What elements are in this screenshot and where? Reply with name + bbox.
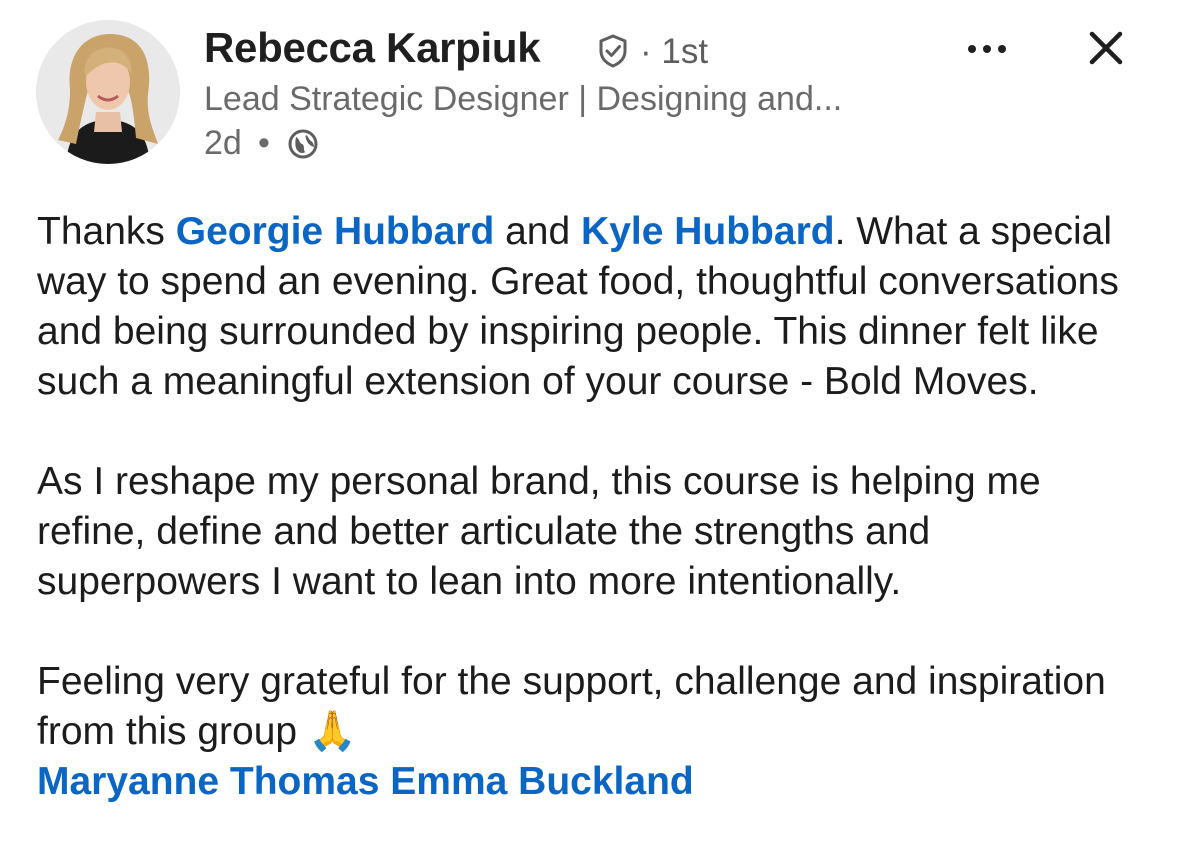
more-options-icon[interactable] bbox=[960, 32, 1014, 66]
post-paragraph-3: Feeling very grateful for the support, c… bbox=[37, 657, 1157, 757]
text-segment: Thanks bbox=[37, 210, 176, 253]
avatar[interactable] bbox=[36, 20, 180, 164]
meta-separator: • bbox=[258, 124, 270, 162]
post-paragraph-1: Thanks Georgie Hubbard and Kyle Hubbard.… bbox=[37, 207, 1157, 407]
connection-degree: · 1st bbox=[640, 32, 709, 71]
mention-maryanne-thomas[interactable]: Maryanne Thomas bbox=[37, 760, 379, 803]
mention-emma-buckland[interactable]: Emma Buckland bbox=[390, 760, 693, 803]
post-body: Thanks Georgie Hubbard and Kyle Hubbard.… bbox=[37, 207, 1157, 807]
text-segment: Feeling very grateful for the support, c… bbox=[37, 660, 1106, 753]
globe-icon bbox=[288, 129, 318, 159]
post-paragraph-2: As I reshape my personal brand, this cou… bbox=[37, 460, 1041, 603]
avatar-portrait-icon bbox=[36, 20, 180, 164]
tagged-people: Maryanne Thomas Emma Buckland bbox=[37, 757, 1157, 807]
close-icon[interactable] bbox=[1084, 26, 1128, 70]
verified-shield-icon bbox=[599, 34, 627, 68]
text-segment: and bbox=[494, 210, 582, 253]
author-headline: Lead Strategic Designer | Designing and.… bbox=[204, 80, 843, 118]
mention-georgie-hubbard[interactable]: Georgie Hubbard bbox=[176, 210, 495, 253]
praying-hands-emoji: 🙏 bbox=[307, 709, 357, 754]
linkedin-post: Rebecca Karpiuk · 1st Lead Strategic Des… bbox=[0, 0, 1179, 853]
mention-kyle-hubbard[interactable]: Kyle Hubbard bbox=[581, 210, 835, 253]
post-timestamp: 2d bbox=[204, 124, 242, 162]
author-name[interactable]: Rebecca Karpiuk bbox=[204, 24, 541, 72]
